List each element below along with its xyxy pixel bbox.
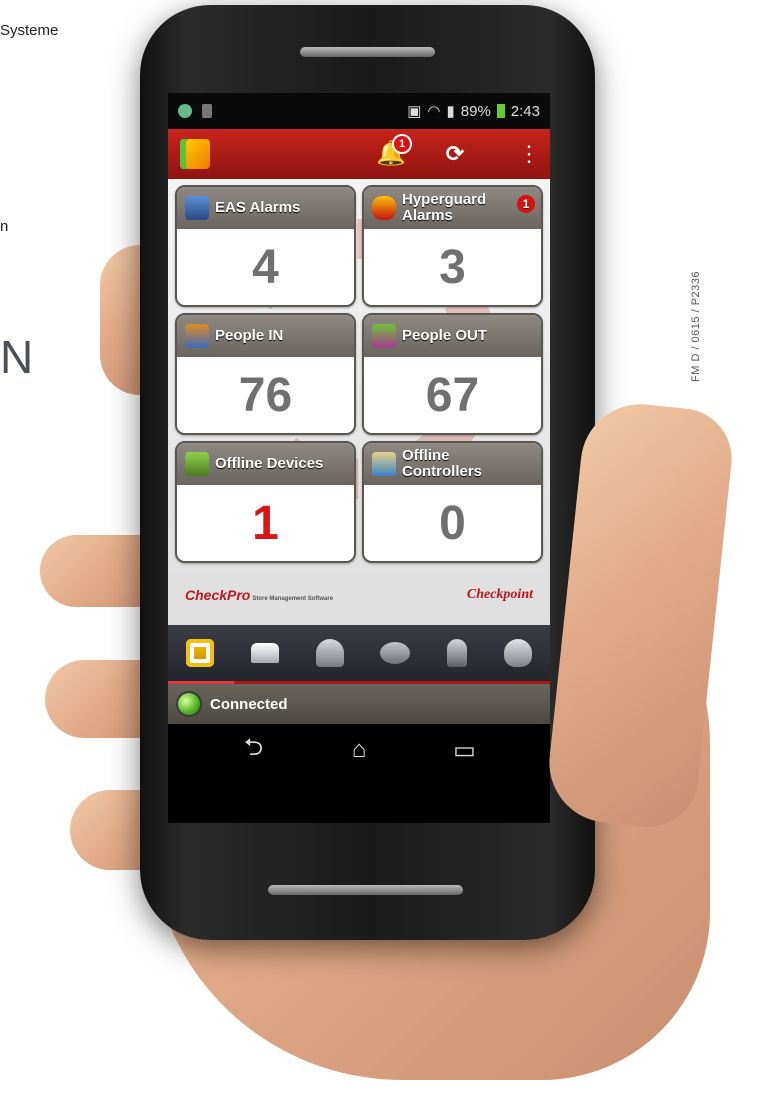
dashboard-icon[interactable]	[186, 639, 215, 667]
tile-label: People OUT	[402, 327, 488, 344]
people-in-icon	[185, 324, 209, 348]
brand-row: CheckPro Store Management Software Checkp…	[175, 567, 543, 623]
tile-badge: 1	[517, 195, 535, 213]
page-heading-fragment: N	[0, 331, 34, 383]
tile-offline-devices[interactable]: Offline Devices 1	[175, 441, 356, 563]
hyperguard-nav-icon[interactable]	[446, 639, 467, 667]
offline-devices-icon	[185, 452, 209, 476]
status-bar: ▣ ◠ ▮ 89% 2:43	[168, 93, 550, 129]
refresh-icon[interactable]: ⟳	[440, 141, 470, 167]
people-out-icon	[372, 324, 396, 348]
connection-status-bar: Connected	[168, 684, 550, 724]
offline-controllers-icon	[372, 452, 396, 476]
tile-offline-controllers[interactable]: Offline Controllers 0	[362, 441, 543, 563]
tile-label: Hyperguard Alarms	[402, 191, 487, 224]
checkpro-logo: CheckPro Store Management Software	[185, 587, 333, 603]
checkpro-logo-text: CheckPro	[185, 587, 251, 603]
dashboard: EAS Alarms 4 Hyperguard Alarms 1 3 Peopl…	[168, 179, 550, 625]
connection-status: Connected	[210, 695, 288, 713]
page-text-fragment: n	[0, 218, 9, 235]
tile-value: 76	[177, 357, 354, 433]
page-text-systeme: Systeme	[0, 22, 59, 39]
nav-active-indicator	[168, 681, 234, 684]
tile-value: 67	[364, 357, 541, 433]
bell-icon[interactable]: 🔔 1	[376, 134, 412, 168]
people-icon[interactable]	[380, 642, 411, 664]
battery-icon	[496, 104, 505, 118]
tile-hyperguard-alarms[interactable]: Hyperguard Alarms 1 3	[362, 185, 543, 307]
android-nav-bar: ⮌ ⌂ ▭	[168, 724, 550, 776]
tile-eas-alarms[interactable]: EAS Alarms 4	[175, 185, 356, 307]
phone-screen: ▣ ◠ ▮ 89% 2:43 🔔 1 ⟳ ⋮ EAS Alarms 4 Hype…	[168, 93, 550, 823]
users-icon[interactable]	[503, 639, 532, 667]
phone-device: ▣ ◠ ▮ 89% 2:43 🔔 1 ⟳ ⋮ EAS Alarms 4 Hype…	[140, 5, 595, 940]
battery-percent: 89%	[460, 102, 491, 120]
phone-bottom-speaker	[268, 885, 463, 895]
tile-value: 3	[364, 229, 541, 305]
eas-alarm-icon	[185, 196, 209, 220]
tile-label: Offline Devices	[215, 455, 324, 472]
tile-label: People IN	[215, 327, 284, 344]
phone-speaker	[300, 47, 435, 57]
tile-value: 4	[177, 229, 354, 305]
signal-icon: ▮	[446, 103, 455, 120]
nfc-icon: ▣	[407, 103, 422, 120]
back-icon[interactable]: ⮌	[234, 730, 274, 771]
wifi-icon: ◠	[427, 103, 441, 120]
tile-people-out[interactable]: People OUT 67	[362, 313, 543, 435]
notification-dot-icon	[178, 104, 192, 118]
tile-value: 1	[177, 485, 354, 561]
overflow-menu-icon[interactable]: ⋮	[518, 141, 540, 167]
document-code: FM D / 0615 / P2336	[690, 271, 702, 382]
app-bar: 🔔 1 ⟳ ⋮	[168, 129, 550, 179]
notification-square-icon	[202, 104, 212, 118]
bottom-nav	[168, 625, 550, 684]
notification-badge: 1	[392, 134, 412, 154]
recent-apps-icon[interactable]: ▭	[445, 736, 485, 765]
checkpoint-logo: Checkpoint	[466, 587, 533, 602]
hyperguard-icon	[372, 196, 396, 220]
app-logo-icon[interactable]	[180, 139, 210, 169]
connection-led-icon	[178, 693, 200, 715]
tile-value: 0	[364, 485, 541, 561]
tile-label: Offline Controllers	[402, 447, 483, 480]
readers-icon[interactable]	[250, 643, 279, 663]
clock: 2:43	[510, 102, 540, 120]
checkpro-logo-subtext: Store Management Software	[252, 596, 334, 602]
home-icon[interactable]: ⌂	[339, 736, 379, 764]
alarm-bell-icon[interactable]	[315, 639, 344, 667]
tile-label: EAS Alarms	[215, 199, 301, 216]
tile-people-in[interactable]: People IN 76	[175, 313, 356, 435]
